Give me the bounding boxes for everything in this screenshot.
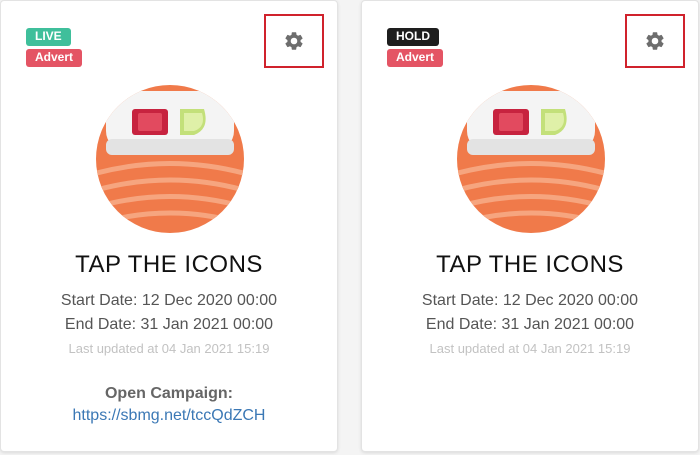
settings-button[interactable] <box>625 14 685 68</box>
sushi-roll-icon <box>96 85 244 233</box>
type-badge: Advert <box>387 49 444 67</box>
status-badge: HOLD <box>387 28 439 46</box>
end-date: End Date: 31 Jan 2021 00:00 <box>64 316 274 333</box>
last-updated: Last updated at 04 Jan 2021 15:19 <box>429 341 631 356</box>
start-date: Start Date: 12 Dec 2020 00:00 <box>421 292 639 309</box>
campaign-title: TAP THE ICONS <box>436 251 624 278</box>
campaign-card[interactable]: LIVE Advert TAP THE ICONS Start Date: 12… <box>0 0 338 452</box>
type-badge: Advert <box>26 49 83 67</box>
settings-button[interactable] <box>264 14 324 68</box>
campaign-title: TAP THE ICONS <box>75 251 263 278</box>
badge-group: LIVE Advert <box>26 28 83 70</box>
end-date: End Date: 31 Jan 2021 00:00 <box>425 316 635 333</box>
gear-icon[interactable] <box>644 30 666 52</box>
status-badge: LIVE <box>26 28 71 46</box>
campaign-card[interactable]: HOLD Advert TAP THE ICONS Start Date: 12… <box>361 0 699 452</box>
gear-icon[interactable] <box>283 30 305 52</box>
open-campaign-label: Open Campaign: <box>104 385 233 402</box>
sushi-roll-icon <box>457 85 605 233</box>
last-updated: Last updated at 04 Jan 2021 15:19 <box>68 341 270 356</box>
badge-group: HOLD Advert <box>387 28 444 70</box>
start-date: Start Date: 12 Dec 2020 00:00 <box>60 292 278 309</box>
open-campaign-link[interactable]: https://sbmg.net/tccQdZCH <box>1 407 337 425</box>
